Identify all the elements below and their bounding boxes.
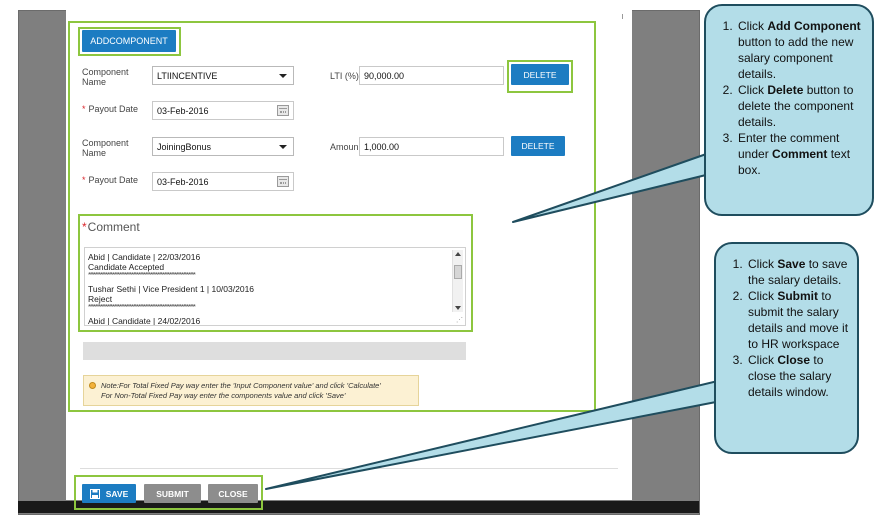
- bottom-callout-pointer: [265, 379, 723, 490]
- instruction-callout-bottom: Click Save to save the salary details. C…: [714, 242, 859, 454]
- callout-step: Click Save to save the salary details.: [746, 256, 851, 288]
- callout-step: Click Close to close the salary details …: [746, 352, 851, 400]
- callout-step: Enter the comment under Comment text box…: [736, 130, 872, 178]
- callout-step: Click Delete button to delete the compon…: [736, 82, 872, 130]
- instruction-callout-top: Click Add Component button to add the ne…: [704, 4, 874, 216]
- callout-step: Click Add Component button to add the ne…: [736, 18, 872, 82]
- top-callout-pointer: [512, 151, 713, 223]
- callout-step: Click Submit to submit the salary detail…: [746, 288, 851, 352]
